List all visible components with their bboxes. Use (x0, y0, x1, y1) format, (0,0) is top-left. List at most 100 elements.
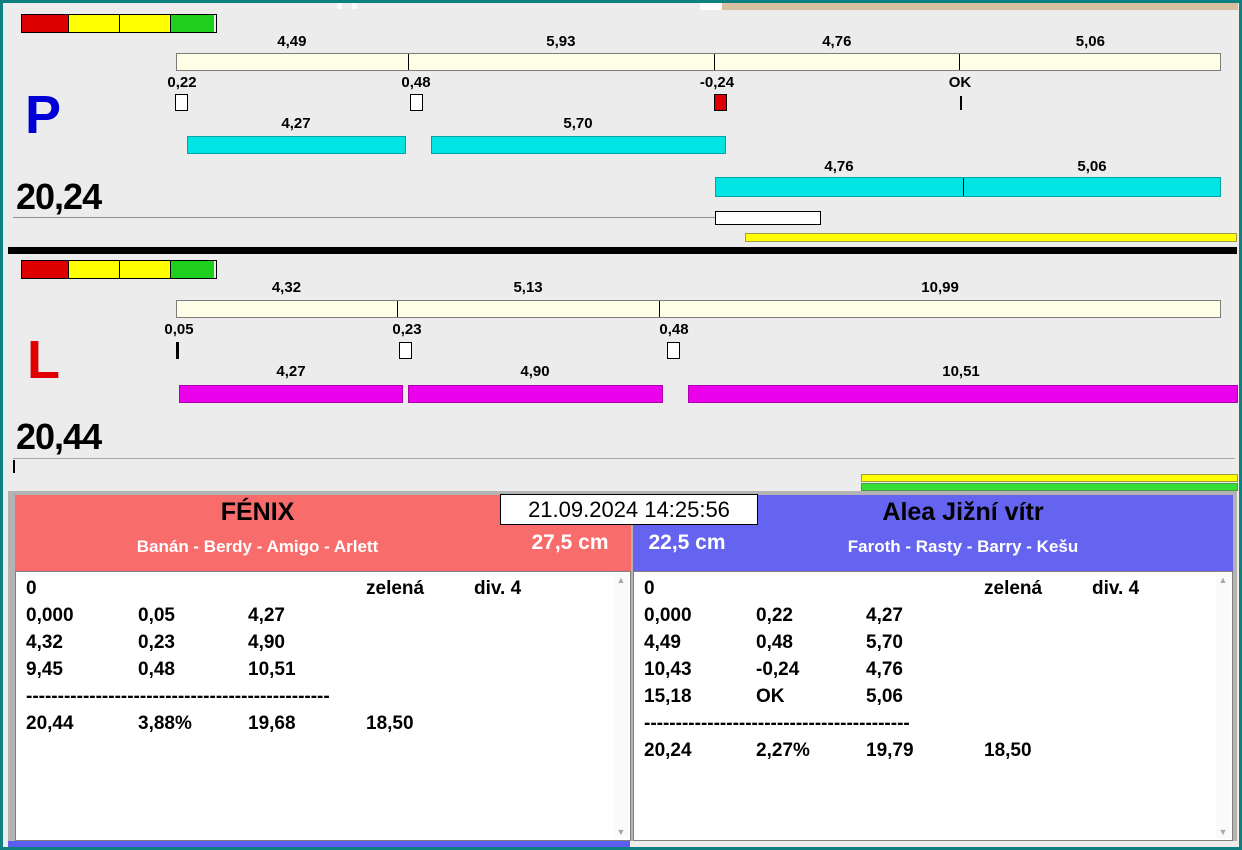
log-cell: 9,45 (26, 659, 63, 680)
log-cell: 19,68 (248, 713, 296, 734)
scrollbar[interactable]: ▲ ▼ (614, 574, 628, 838)
groove-line (13, 458, 1235, 459)
marker-label: 0,05 (164, 321, 194, 338)
total-time-p: 20,24 (16, 176, 102, 217)
marker-label: 0,22 (167, 74, 197, 91)
scale-label: 5,06 (1075, 33, 1105, 50)
bar-label: 5,06 (1077, 158, 1107, 175)
log-cell: 18,50 (984, 740, 1032, 761)
log-separator-row: ----------------------------------------… (16, 686, 630, 713)
time-bar-p1 (187, 136, 406, 154)
log-cell: 10,43 (644, 659, 692, 680)
log-cell: 19,79 (866, 740, 914, 761)
bottom-strip (8, 841, 630, 847)
team-right-members: Faroth - Rasty - Barry - Kešu (847, 537, 1079, 556)
status-strip-p (21, 14, 217, 33)
bar-label: 4,27 (281, 115, 311, 132)
log-cell: -0,24 (756, 659, 800, 680)
scale-labels-p: 4,49 5,93 4,76 5,06 (176, 33, 1221, 51)
progress-bar-yellow-l (861, 474, 1238, 482)
status-green-segment (171, 261, 214, 278)
log-cell: 4,49 (644, 632, 681, 653)
window-tab (700, 3, 722, 10)
team-left-members: Banán - Berdy - Amigo - Arlett (136, 537, 379, 556)
log-cell: 0,000 (644, 605, 692, 626)
log-cell: 0 (26, 578, 37, 599)
log-totals-row: 20,24 2,27% 19,79 18,50 (634, 740, 1232, 767)
scale-bar-l (176, 300, 1221, 318)
bar-label: 4,27 (276, 363, 306, 380)
status-yellow-segment (120, 15, 171, 32)
time-bar-l3 (688, 385, 1238, 403)
bar-label: 4,76 (824, 158, 854, 175)
log-cell: ----------------------------------------… (644, 713, 910, 734)
log-cell: 4,90 (248, 632, 285, 653)
bar-divider (963, 178, 964, 196)
log-cell: div. 4 (474, 578, 522, 599)
log-row: 4,49 0,48 5,70 (634, 632, 1232, 659)
scroll-up-icon[interactable]: ▲ (1216, 574, 1230, 586)
log-cell: div. 4 (1092, 578, 1140, 599)
log-cell: 0,000 (26, 605, 74, 626)
status-red-segment (22, 261, 69, 278)
log-row: 15,18 OK 5,06 (634, 686, 1232, 713)
log-cell: 20,44 (26, 713, 74, 734)
marker-label: 0,23 (392, 321, 422, 338)
scroll-down-icon[interactable]: ▼ (614, 826, 628, 838)
status-yellow-segment (69, 261, 120, 278)
bar-label: 10,51 (942, 363, 980, 380)
marker-tick (176, 342, 179, 359)
log-totals-row: 20,44 3,88% 19,68 18,50 (16, 713, 630, 740)
log-row: 0,000 0,05 4,27 (16, 605, 630, 632)
scale-label: 4,32 (271, 279, 302, 296)
log-cell: 5,70 (866, 632, 903, 653)
log-cell: 0,48 (138, 659, 175, 680)
log-row: 0 zelená div. 4 (634, 578, 1232, 605)
log-row: 9,45 0,48 10,51 (16, 659, 630, 686)
marker-red-square (714, 94, 727, 111)
status-yellow-segment (120, 261, 171, 278)
desktop-strip (722, 3, 1238, 10)
log-cell: 0 (644, 578, 655, 599)
groove-line (13, 217, 715, 218)
team-right-log[interactable]: 0 zelená div. 4 0,000 0,22 4,27 4,49 0,4… (633, 571, 1233, 841)
log-row: 10,43 -0,24 4,76 (634, 659, 1232, 686)
progress-bar-green-l (861, 483, 1238, 491)
log-separator-row: ----------------------------------------… (634, 713, 1232, 740)
scale-bar-p (176, 53, 1221, 71)
status-strip-l (21, 260, 217, 279)
log-cell: 2,27% (756, 740, 810, 761)
status-red-segment (22, 15, 69, 32)
bar-label: 4,90 (520, 363, 550, 380)
window-notch (352, 3, 357, 9)
total-time-l: 20,44 (16, 416, 102, 457)
status-yellow-segment (69, 15, 120, 32)
datetime-display: 21.09.2024 14:25:56 (500, 494, 758, 525)
log-cell: 0,05 (138, 605, 175, 626)
log-cell: 4,27 (248, 605, 285, 626)
log-row: 0,000 0,22 4,27 (634, 605, 1232, 632)
log-cell: 3,88% (138, 713, 192, 734)
log-cell: 4,27 (866, 605, 903, 626)
scale-label: 4,76 (822, 33, 852, 50)
scroll-down-icon[interactable]: ▼ (1216, 826, 1230, 838)
marker-label: OK (948, 74, 972, 91)
time-bar-l1 (179, 385, 403, 403)
log-cell: ----------------------------------------… (26, 686, 330, 707)
time-bar-l2 (408, 385, 663, 403)
log-row: 0 zelená div. 4 (16, 578, 630, 605)
log-cell: 20,24 (644, 740, 692, 761)
scale-label: 5,93 (546, 33, 576, 50)
log-cell: 0,22 (756, 605, 793, 626)
scale-label: 5,13 (513, 279, 543, 296)
team-left-log[interactable]: 0 zelená div. 4 0,000 0,05 4,27 4,32 0,2… (15, 571, 631, 841)
marker-square (667, 342, 680, 359)
scrollbar[interactable]: ▲ ▼ (1216, 574, 1230, 838)
scale-label: 4,49 (277, 33, 307, 50)
time-bar-p2 (431, 136, 726, 154)
log-cell: zelená (984, 578, 1043, 599)
log-cell: 5,06 (866, 686, 903, 707)
bar-label: 5,70 (563, 115, 593, 132)
section-divider (8, 247, 1237, 254)
scroll-up-icon[interactable]: ▲ (614, 574, 628, 586)
